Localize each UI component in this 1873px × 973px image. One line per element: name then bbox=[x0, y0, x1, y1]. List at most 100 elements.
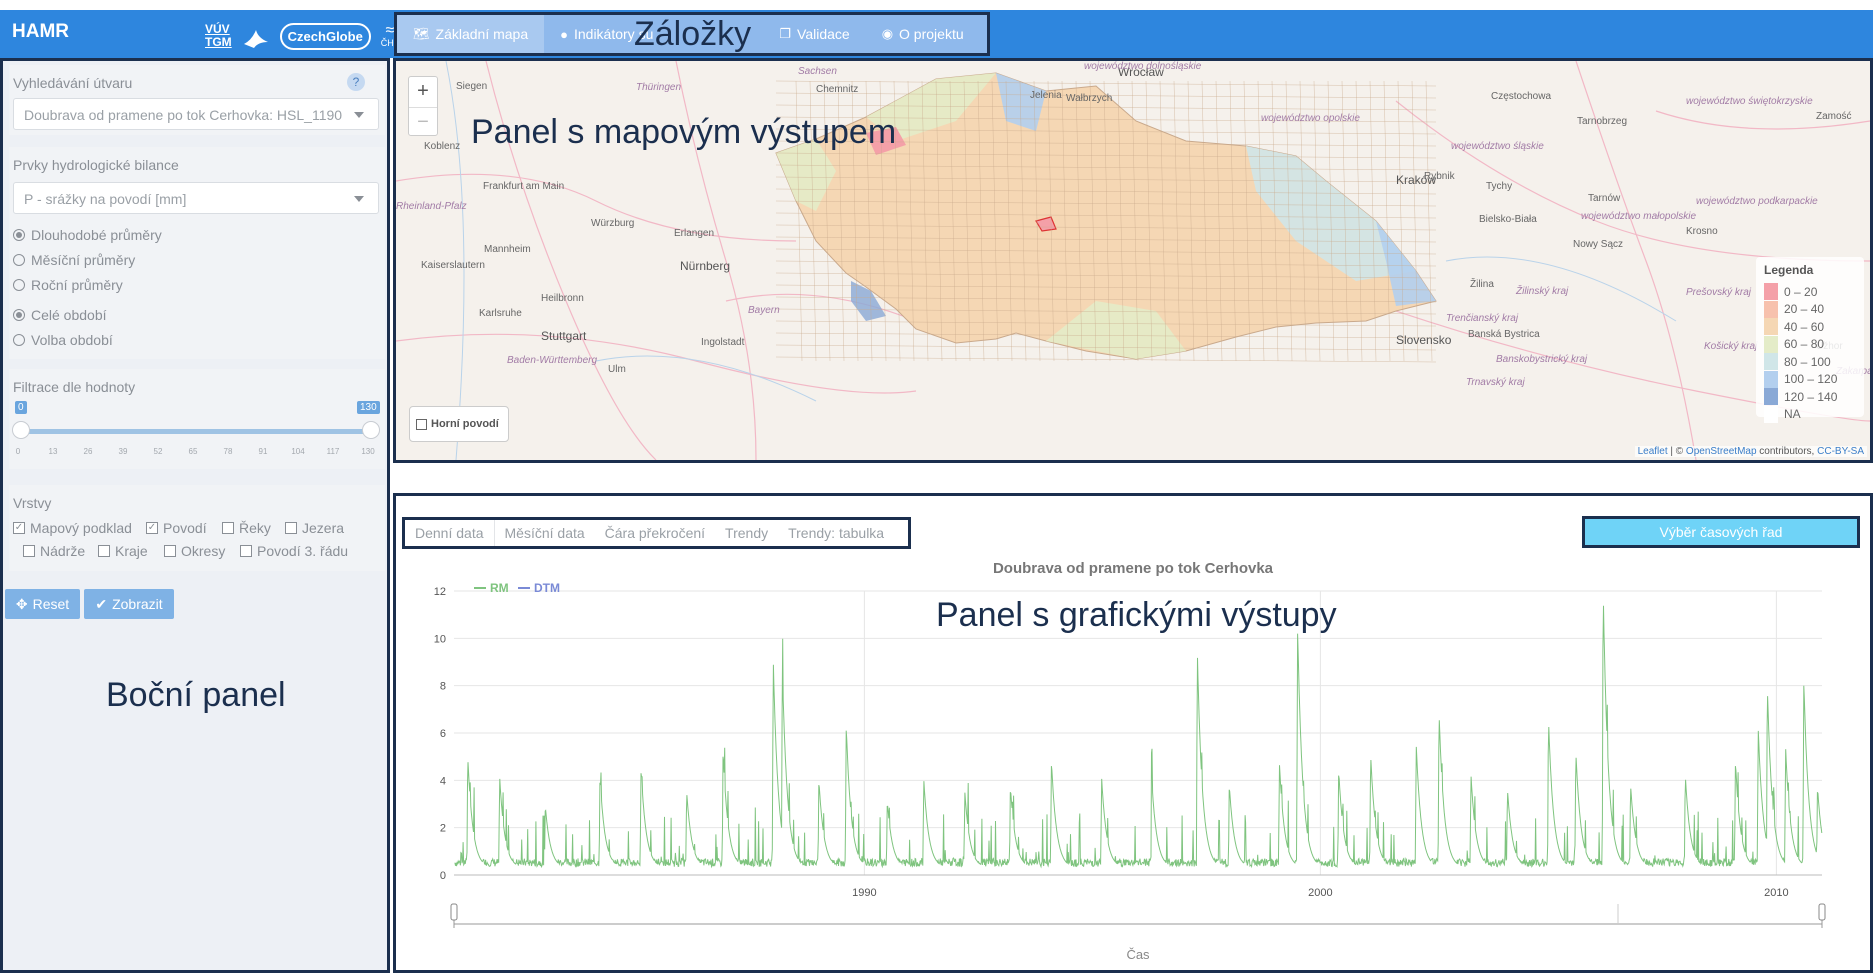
slider-tick: 52 bbox=[153, 447, 163, 456]
checkbox bbox=[285, 522, 297, 534]
zoom-out-button[interactable]: − bbox=[409, 107, 437, 137]
map-place-label: Kaiserslautern bbox=[421, 260, 485, 271]
legend-swatch bbox=[1764, 318, 1778, 336]
help-icon[interactable]: ? bbox=[347, 73, 365, 91]
map-place-label: Rheinland-Pfalz bbox=[396, 201, 467, 212]
map-place-label: Sachsen bbox=[798, 66, 837, 77]
chevron-down-icon bbox=[354, 196, 364, 202]
map-panel[interactable]: + − Horní povodí Wrocław Częstochowa Krakó… bbox=[393, 58, 1873, 463]
layer-jezera[interactable]: Jezera bbox=[285, 520, 344, 536]
x-tick-label: 2000 bbox=[1308, 887, 1332, 899]
tab-zakladni-mapa[interactable]: 🗺 Základní mapa bbox=[397, 15, 545, 53]
checkbox bbox=[416, 418, 427, 430]
radio-dot bbox=[13, 309, 25, 321]
tab-mesicni-data[interactable]: Měsíční data bbox=[495, 520, 595, 546]
map-place-label: Erlangen bbox=[674, 228, 715, 239]
osm-link[interactable]: OpenStreetMap bbox=[1686, 446, 1757, 457]
navigator-left-handle[interactable] bbox=[450, 903, 458, 921]
map-place-label: Bielsko-Biała bbox=[1479, 214, 1537, 225]
tab-o-projektu[interactable]: ◉ O projektu bbox=[866, 15, 980, 53]
slider-min-handle[interactable] bbox=[12, 421, 30, 439]
reset-button[interactable]: ✥ Reset bbox=[5, 589, 80, 619]
chart-title: Doubrava od pramene po tok Cerhovka bbox=[992, 560, 1274, 577]
horni-povodi-toggle[interactable]: Horní povodí bbox=[409, 406, 509, 442]
legend-row: 60 – 80 bbox=[1764, 335, 1856, 354]
sidebar-annotation: Boční panel bbox=[106, 676, 286, 714]
tab-denni-data[interactable]: Denní data bbox=[405, 520, 495, 546]
radio-cele-obdobi[interactable]: Celé období bbox=[13, 307, 107, 323]
map-canvas[interactable] bbox=[396, 61, 1870, 460]
layer-reky[interactable]: Řeky bbox=[222, 520, 271, 536]
map-place-label: Zamość bbox=[1816, 111, 1852, 122]
map-place-label: Tychy bbox=[1486, 181, 1513, 192]
bird-logo-icon bbox=[243, 30, 268, 48]
map-legend: Legenda 0 – 20 20 – 40 40 – 60 60 – 80 80 – … bbox=[1756, 257, 1864, 423]
map-place-label: Frankfurt am Main bbox=[483, 181, 565, 192]
value-slider-track[interactable] bbox=[15, 429, 371, 434]
legend-label: 20 – 40 bbox=[1784, 302, 1825, 317]
map-place-label: Ingolstadt bbox=[701, 337, 745, 348]
map-place-label: Jelenia bbox=[1030, 90, 1062, 101]
side-panel: Vyhledávání útvaru ? Doubrava od pramene… bbox=[0, 58, 390, 973]
map-place-label: Banskobystrický kraj bbox=[1496, 354, 1588, 365]
x-tick-label: 2010 bbox=[1764, 887, 1788, 899]
tab-indikatory-sucha[interactable]: ● Indikátory su bbox=[544, 15, 669, 53]
radio-mesicni[interactable]: Měsíční průměry bbox=[13, 252, 135, 268]
legend-title: Legenda bbox=[1764, 263, 1814, 277]
tab-validace[interactable]: ❐ Validace bbox=[669, 15, 865, 53]
legend-row: 0 – 20 bbox=[1764, 283, 1856, 301]
map-place-label: Rybnik bbox=[1424, 171, 1455, 182]
map-place-label: województwo podkarpackie bbox=[1696, 196, 1818, 207]
legend-swatch bbox=[1764, 300, 1778, 318]
tab-cara-prekroceni[interactable]: Čára překročení bbox=[595, 520, 715, 546]
radio-dot bbox=[13, 279, 25, 291]
main-tabs: 🗺 Základní mapa ● Indikátory su ❐ Valida… bbox=[394, 12, 990, 56]
y-tick-label: 12 bbox=[434, 586, 446, 598]
map-icon: 🗺 bbox=[413, 26, 430, 41]
app-title[interactable]: HAMR bbox=[12, 21, 69, 43]
layer-povodi[interactable]: ✓ Povodí bbox=[146, 520, 207, 536]
map-place-label: Siegen bbox=[456, 81, 488, 92]
map-place-label: Trenčianský kraj bbox=[1446, 313, 1519, 324]
show-button[interactable]: ✔ Zobrazit bbox=[84, 589, 174, 619]
zoom-in-button[interactable]: + bbox=[409, 77, 437, 107]
map-place-label: Mannheim bbox=[484, 244, 531, 255]
slider-tick: 117 bbox=[326, 447, 340, 456]
chevron-down-icon bbox=[354, 112, 364, 118]
radio-rocni[interactable]: Roční průměry bbox=[13, 277, 123, 293]
element-select[interactable]: P - srážky na povodí [mm] bbox=[13, 182, 379, 214]
map-place-label: województwo śląskie bbox=[1451, 141, 1544, 152]
hydro-balance-section: Prvky hydrologické bilance P - srážky na… bbox=[9, 147, 385, 359]
slider-max-handle[interactable] bbox=[362, 421, 380, 439]
radio-volba-obdobi[interactable]: Volba období bbox=[13, 332, 113, 348]
navigator-right-handle[interactable] bbox=[1818, 903, 1826, 921]
top-navbar: HAMR VÚVTGM CzechGlobe ≈≈ ČHMÚ 🗺 Základn… bbox=[0, 10, 1873, 58]
series-select-button[interactable]: Výběr časových řad bbox=[1582, 516, 1860, 548]
map-place-label: Trnavský kraj bbox=[1466, 377, 1525, 388]
map-place-label: województwo świętokrzyskie bbox=[1686, 96, 1813, 107]
radio-dlouhodobe[interactable]: Dlouhodobé průměry bbox=[13, 227, 162, 243]
cc-link[interactable]: CC-BY-SA bbox=[1817, 446, 1864, 457]
legend-row: 40 – 60 bbox=[1764, 318, 1856, 336]
map-place-label: województwo opolskie bbox=[1261, 113, 1360, 124]
map-place-label: Würzburg bbox=[591, 218, 635, 229]
tab-trendy-tabulka[interactable]: Trendy: tabulka bbox=[778, 520, 894, 546]
legend-swatch bbox=[1764, 388, 1778, 406]
legend-swatch bbox=[1764, 335, 1778, 353]
tab-trendy[interactable]: Trendy bbox=[715, 520, 778, 546]
y-tick-label: 0 bbox=[440, 870, 446, 882]
slider-tick: 26 bbox=[83, 447, 93, 456]
layer-nadrze[interactable]: Nádrže bbox=[23, 543, 85, 559]
search-select[interactable]: Doubrava od pramene po tok Cerhovka: HSL… bbox=[13, 98, 379, 130]
slider-tick: 130 bbox=[361, 447, 375, 456]
layer-mapovy-podklad[interactable]: ✓ Mapový podklad bbox=[13, 520, 132, 536]
y-tick-label: 10 bbox=[434, 633, 446, 645]
layer-okresy[interactable]: Okresy bbox=[164, 543, 225, 559]
search-label: Vyhledávání útvaru bbox=[13, 75, 133, 91]
layer-kraje[interactable]: Kraje bbox=[98, 543, 148, 559]
layer-povodi-3-radu[interactable]: Povodí 3. řádu bbox=[240, 543, 348, 559]
check-icon: ✔ bbox=[95, 595, 108, 612]
legend-label: 0 – 20 bbox=[1784, 284, 1818, 299]
leaflet-link[interactable]: Leaflet bbox=[1638, 446, 1668, 457]
y-tick-label: 6 bbox=[440, 728, 446, 740]
